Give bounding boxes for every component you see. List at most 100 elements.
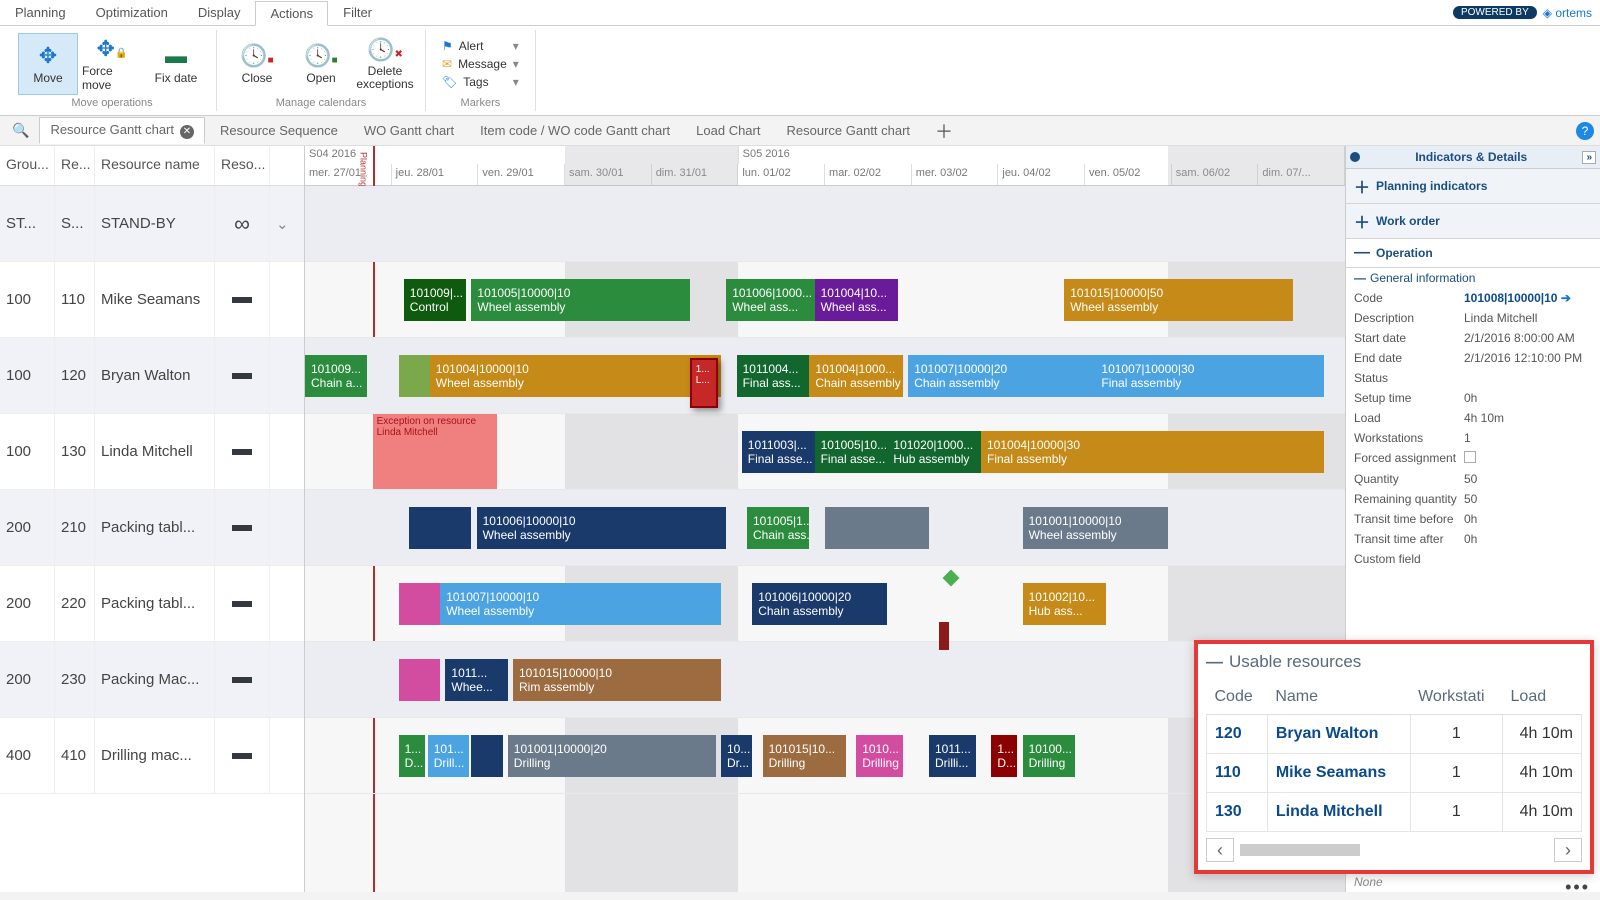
tab-wo-gantt[interactable]: WO Gantt chart <box>353 118 465 143</box>
usable-name[interactable]: Linda Mitchell <box>1267 793 1410 832</box>
gantt-bar[interactable]: 101005|10000|10Wheel assembly <box>471 279 689 321</box>
delete-exceptions-button[interactable]: 🕓✖ Delete exceptions <box>355 33 415 95</box>
gantt-bar[interactable]: 101...Drill... <box>428 735 470 777</box>
resource-row[interactable]: 200 210 Packing tabl... <box>0 490 304 566</box>
gantt-bar[interactable]: 101007|10000|20Chain assembly <box>908 355 1095 397</box>
resource-row[interactable]: 100 110 Mike Seamans <box>0 262 304 338</box>
gantt-bar[interactable]: 101005|10...Final asse... <box>815 431 888 473</box>
gantt-row[interactable]: 101009|...Control101005|10000|10Wheel as… <box>305 262 1345 338</box>
gantt-bar[interactable]: 101001|10000|10Wheel assembly <box>1023 507 1169 549</box>
tab-load-chart[interactable]: Load Chart <box>685 118 771 143</box>
gantt-bar[interactable]: 101004|10...Wheel ass... <box>815 279 898 321</box>
menu-display[interactable]: Display <box>183 0 256 25</box>
gantt-bar[interactable]: 101006|1000...Wheel ass... <box>726 279 814 321</box>
fix-date-button[interactable]: ▬ Fix date <box>146 33 206 95</box>
gantt-bar[interactable]: 101015|10...Drilling <box>763 735 846 777</box>
resource-row[interactable]: 100 120 Bryan Walton <box>0 338 304 414</box>
gantt-bar[interactable] <box>399 355 430 397</box>
acc-operation[interactable]: —Operation <box>1346 239 1600 268</box>
usable-row[interactable]: 130 Linda Mitchell 1 4h 10m <box>1207 793 1582 832</box>
gantt-bar[interactable]: 101001|10000|20Drilling <box>508 735 716 777</box>
gantt-bar[interactable]: 101004|10000|30Final assembly <box>981 431 1324 473</box>
usable-name[interactable]: Mike Seamans <box>1267 754 1410 793</box>
dragging-bar[interactable]: 1...L... <box>690 358 718 408</box>
add-tab-button[interactable]: ＋ <box>925 118 963 144</box>
gantt-bar[interactable]: 1011...Drilli... <box>929 735 976 777</box>
menu-optimization[interactable]: Optimization <box>81 0 183 25</box>
gantt-bar[interactable]: 1...D... <box>399 735 425 777</box>
close-button[interactable]: 🕓■ Close <box>227 33 287 95</box>
scrollbar-track[interactable] <box>1360 844 1554 856</box>
gantt-row[interactable]: 1...D...101...Drill...101001|10000|20Dri… <box>305 718 1345 794</box>
forced-checkbox[interactable] <box>1464 451 1476 463</box>
gantt-row[interactable]: 101006|10000|10Wheel assembly 101005|1...… <box>305 490 1345 566</box>
resize-grip-icon[interactable]: ••• <box>1565 877 1590 898</box>
header-capacity[interactable]: Reso... <box>215 146 270 185</box>
gantt-row[interactable]: 101009...Chain a... 101004|10000|10Wheel … <box>305 338 1345 414</box>
header-resource[interactable]: Re... <box>55 146 95 185</box>
gantt-bar[interactable]: 101005|1...Chain ass... <box>747 507 809 549</box>
menu-planning[interactable]: Planning <box>0 0 81 25</box>
gantt-row[interactable]: Exception on resource Linda Mitchell1011… <box>305 414 1345 490</box>
header-group[interactable]: Grou... <box>0 146 55 185</box>
gantt-bar[interactable]: 101007|10000|10Wheel assembly <box>440 583 721 625</box>
gantt-row[interactable]: 101007|10000|10Wheel assembly 101006|1000… <box>305 566 1345 642</box>
menu-actions[interactable]: Actions <box>255 1 328 26</box>
move-button[interactable]: ✥ Move <box>18 33 78 95</box>
resource-row[interactable]: 400 410 Drilling mac... <box>0 718 304 794</box>
search-icon[interactable]: 🔍 <box>6 122 35 139</box>
menu-filter[interactable]: Filter <box>328 0 387 25</box>
header-name[interactable]: Resource name <box>95 146 215 185</box>
gantt-bar[interactable] <box>409 507 471 549</box>
acc-work-order[interactable]: ＋Work order <box>1346 204 1600 239</box>
help-button[interactable]: ? <box>1576 122 1594 140</box>
gantt-bar[interactable]: 101007|10000|30Final assembly <box>1095 355 1324 397</box>
gantt-bar[interactable] <box>825 507 929 549</box>
gantt-chart[interactable]: S04 2016 S05 2016 mer. 27/01jeu. 28/01ve… <box>305 146 1345 892</box>
open-button[interactable]: 🕓■ Open <box>291 33 351 95</box>
gantt-bar[interactable]: 1011004...Final ass... <box>737 355 810 397</box>
gantt-bar[interactable]: 10100...Drilling <box>1023 735 1075 777</box>
gantt-bar[interactable] <box>399 583 441 625</box>
usable-code[interactable]: 120 <box>1207 715 1268 754</box>
prev-button[interactable]: ‹ <box>1206 838 1234 862</box>
gantt-bar[interactable] <box>471 735 502 777</box>
message-menu[interactable]: ✉Message▾ <box>436 56 525 72</box>
tags-menu[interactable]: 🏷Tags▾ <box>436 74 525 90</box>
gantt-bar[interactable]: 101006|10000|10Wheel assembly <box>477 507 727 549</box>
usable-header-load[interactable]: Load <box>1503 680 1582 715</box>
scrollbar-thumb[interactable] <box>1240 844 1360 856</box>
usable-code[interactable]: 110 <box>1207 754 1268 793</box>
gantt-bar[interactable]: 101006|10000|20Chain assembly <box>752 583 887 625</box>
resource-row[interactable]: 100 130 Linda Mitchell <box>0 414 304 490</box>
next-button[interactable]: › <box>1554 838 1582 862</box>
usable-row[interactable]: 120 Bryan Walton 1 4h 10m <box>1207 715 1582 754</box>
usable-title[interactable]: —Usable resources <box>1206 652 1582 672</box>
usable-header-ws[interactable]: Workstati <box>1410 680 1502 715</box>
usable-row[interactable]: 110 Mike Seamans 1 4h 10m <box>1207 754 1582 793</box>
gantt-bar[interactable]: 1...D... <box>991 735 1017 777</box>
usable-header-name[interactable]: Name <box>1267 680 1410 715</box>
tab-resource-sequence[interactable]: Resource Sequence <box>209 118 349 143</box>
gantt-bar[interactable]: 101020|1000...Hub assembly <box>887 431 981 473</box>
usable-name[interactable]: Bryan Walton <box>1267 715 1410 754</box>
usable-header-code[interactable]: Code <box>1207 680 1268 715</box>
force-move-button[interactable]: ✥🔒 Force move <box>82 33 142 95</box>
gantt-bar[interactable]: 101002|10...Hub ass... <box>1023 583 1106 625</box>
gantt-bar[interactable]: 1011...Whee... <box>445 659 507 701</box>
resource-row[interactable]: 200 230 Packing Mac... <box>0 642 304 718</box>
gantt-bar[interactable]: 101009...Chain a... <box>305 355 367 397</box>
code-value[interactable]: 101008|10000|10 ➔ <box>1464 291 1592 305</box>
acc-planning-indicators[interactable]: ＋Planning indicators <box>1346 169 1600 204</box>
gantt-bar[interactable]: 10...Dr... <box>721 735 752 777</box>
resource-row[interactable]: 200 220 Packing tabl... <box>0 566 304 642</box>
gantt-bar[interactable]: 101004|10000|10Wheel assembly <box>430 355 721 397</box>
gantt-row[interactable]: 1011...Whee...101015|10000|10Rim assembl… <box>305 642 1345 718</box>
usable-code[interactable]: 130 <box>1207 793 1268 832</box>
gantt-bar[interactable]: 101015|10000|50Wheel assembly <box>1064 279 1293 321</box>
general-info-heading[interactable]: —General information <box>1346 268 1600 288</box>
tab-resource-gantt-2[interactable]: Resource Gantt chart <box>775 118 921 143</box>
expand-toggle[interactable]: ⌄ <box>270 186 295 261</box>
alert-menu[interactable]: ⚑Alert▾ <box>436 38 525 54</box>
close-icon[interactable]: ✕ <box>180 125 194 139</box>
